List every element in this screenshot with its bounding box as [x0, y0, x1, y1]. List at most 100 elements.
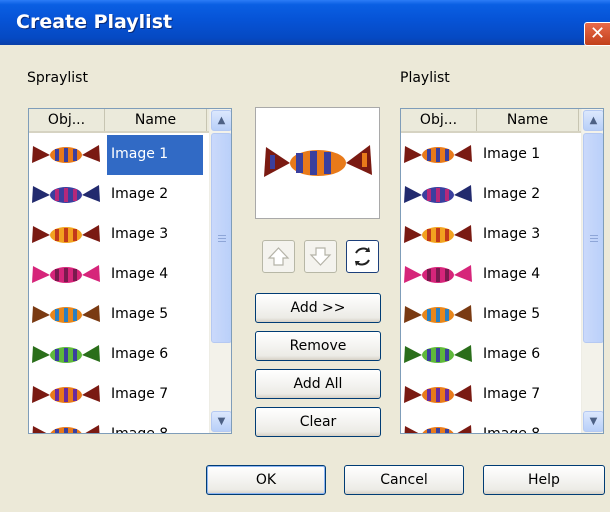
scroll-down-button[interactable]: ▼	[211, 411, 231, 432]
ok-button[interactable]: OK	[206, 465, 326, 495]
thumbnail	[401, 375, 475, 415]
window-title: Create Playlist	[16, 11, 173, 33]
add-all-button[interactable]: Add All	[255, 369, 381, 399]
column-header-name[interactable]: Name	[477, 109, 579, 131]
item-name: Image 8	[111, 426, 169, 434]
shuffle-button[interactable]	[346, 240, 379, 273]
thumbnail	[29, 375, 103, 415]
help-button[interactable]: Help	[483, 465, 605, 495]
playlist-scrollbar[interactable]: ▲ ▼	[581, 109, 603, 433]
list-item[interactable]: Image 7	[29, 375, 209, 415]
candy-thumbnail-icon	[32, 385, 100, 403]
list-item[interactable]: Image 4	[29, 255, 209, 295]
item-name: Image 4	[111, 266, 169, 282]
item-name: Image 2	[111, 186, 169, 202]
list-item[interactable]: Image 8	[401, 415, 581, 434]
thumbnail	[401, 415, 475, 433]
cancel-button[interactable]: Cancel	[344, 465, 464, 495]
add-button[interactable]: Add >>	[255, 293, 381, 323]
thumbnail	[401, 215, 475, 255]
column-header-object[interactable]: Obj...	[401, 109, 477, 131]
thumbnail	[401, 295, 475, 335]
candy-thumbnail-icon	[404, 225, 472, 243]
scroll-up-button[interactable]: ▲	[211, 110, 231, 131]
title-bar: Create Playlist	[0, 0, 610, 45]
candy-thumbnail-icon	[404, 385, 472, 403]
candy-preview-image	[264, 145, 372, 177]
candy-thumbnail-icon	[32, 265, 100, 283]
move-up-button[interactable]	[262, 240, 295, 273]
shuffle-icon	[355, 247, 370, 266]
thumbnail	[401, 175, 475, 215]
list-item[interactable]: Image 3	[29, 215, 209, 255]
candy-thumbnail-icon	[32, 225, 100, 243]
thumbnail	[29, 295, 103, 335]
list-item[interactable]: Image 1	[401, 135, 581, 175]
candy-thumbnail-icon	[404, 265, 472, 283]
item-name: Image 2	[483, 186, 541, 202]
column-header-object[interactable]: Obj...	[29, 109, 105, 131]
candy-thumbnail-icon	[32, 145, 100, 163]
list-item[interactable]: Image 1	[29, 135, 209, 175]
candy-thumbnail-icon	[404, 345, 472, 363]
spraylist-listbox[interactable]: Obj... Name Image 1 Image 2 Image 3 Image 4…	[28, 108, 232, 434]
playlist-header: Obj... Name	[401, 109, 581, 133]
item-name: Image 6	[111, 346, 169, 362]
spraylist-scrollbar[interactable]: ▲ ▼	[209, 109, 231, 433]
close-button[interactable]: ✕	[584, 22, 610, 46]
clear-button[interactable]: Clear	[255, 407, 381, 437]
candy-thumbnail-icon	[32, 345, 100, 363]
item-name: Image 5	[483, 306, 541, 322]
thumbnail	[29, 255, 103, 295]
candy-thumbnail-icon	[404, 305, 472, 323]
remove-button[interactable]: Remove	[255, 331, 381, 361]
thumbnail	[401, 335, 475, 375]
thumbnail	[401, 255, 475, 295]
thumbnail	[29, 215, 103, 255]
chevron-up-icon: ▲	[217, 115, 226, 126]
column-header-name[interactable]: Name	[105, 109, 207, 131]
playlist-label: Playlist	[400, 70, 450, 86]
scroll-up-button[interactable]: ▲	[583, 110, 603, 131]
object-preview	[255, 107, 380, 219]
down-arrow-icon	[309, 247, 332, 266]
list-item[interactable]: Image 5	[29, 295, 209, 335]
scroll-thumb[interactable]	[583, 133, 603, 343]
candy-thumbnail-icon	[32, 425, 100, 433]
list-item[interactable]: Image 2	[401, 175, 581, 215]
list-item[interactable]: Image 2	[29, 175, 209, 215]
list-item[interactable]: Image 5	[401, 295, 581, 335]
list-item[interactable]: Image 4	[401, 255, 581, 295]
item-name: Image 3	[111, 226, 169, 242]
item-name: Image 4	[483, 266, 541, 282]
item-name: Image 5	[111, 306, 169, 322]
up-arrow-icon	[267, 247, 290, 266]
thumbnail	[29, 335, 103, 375]
scroll-down-button[interactable]: ▼	[583, 411, 603, 432]
thumbnail	[401, 135, 475, 175]
item-name: Image 6	[483, 346, 541, 362]
playlist-listbox[interactable]: Obj... Name Image 1 Image 2 Image 3 Image 4…	[400, 108, 604, 434]
close-icon: ✕	[589, 23, 606, 44]
candy-thumbnail-icon	[404, 145, 472, 163]
list-item[interactable]: Image 3	[401, 215, 581, 255]
candy-thumbnail-icon	[32, 185, 100, 203]
thumbnail	[29, 175, 103, 215]
candy-thumbnail-icon	[404, 425, 472, 433]
list-item[interactable]: Image 6	[401, 335, 581, 375]
move-down-button[interactable]	[304, 240, 337, 273]
item-name: Image 1	[483, 146, 541, 162]
list-item[interactable]: Image 6	[29, 335, 209, 375]
item-name: Image 3	[483, 226, 541, 242]
list-item[interactable]: Image 8	[29, 415, 209, 434]
candy-thumbnail-icon	[404, 185, 472, 203]
spraylist-label: Spraylist	[27, 70, 88, 86]
thumbnail	[29, 415, 103, 433]
thumbnail	[29, 135, 103, 175]
list-item[interactable]: Image 7	[401, 375, 581, 415]
chevron-down-icon: ▼	[217, 416, 226, 427]
scroll-thumb[interactable]	[211, 133, 231, 343]
item-name: Image 8	[483, 426, 541, 434]
item-name: Image 7	[111, 386, 169, 402]
chevron-up-icon: ▲	[589, 115, 598, 126]
